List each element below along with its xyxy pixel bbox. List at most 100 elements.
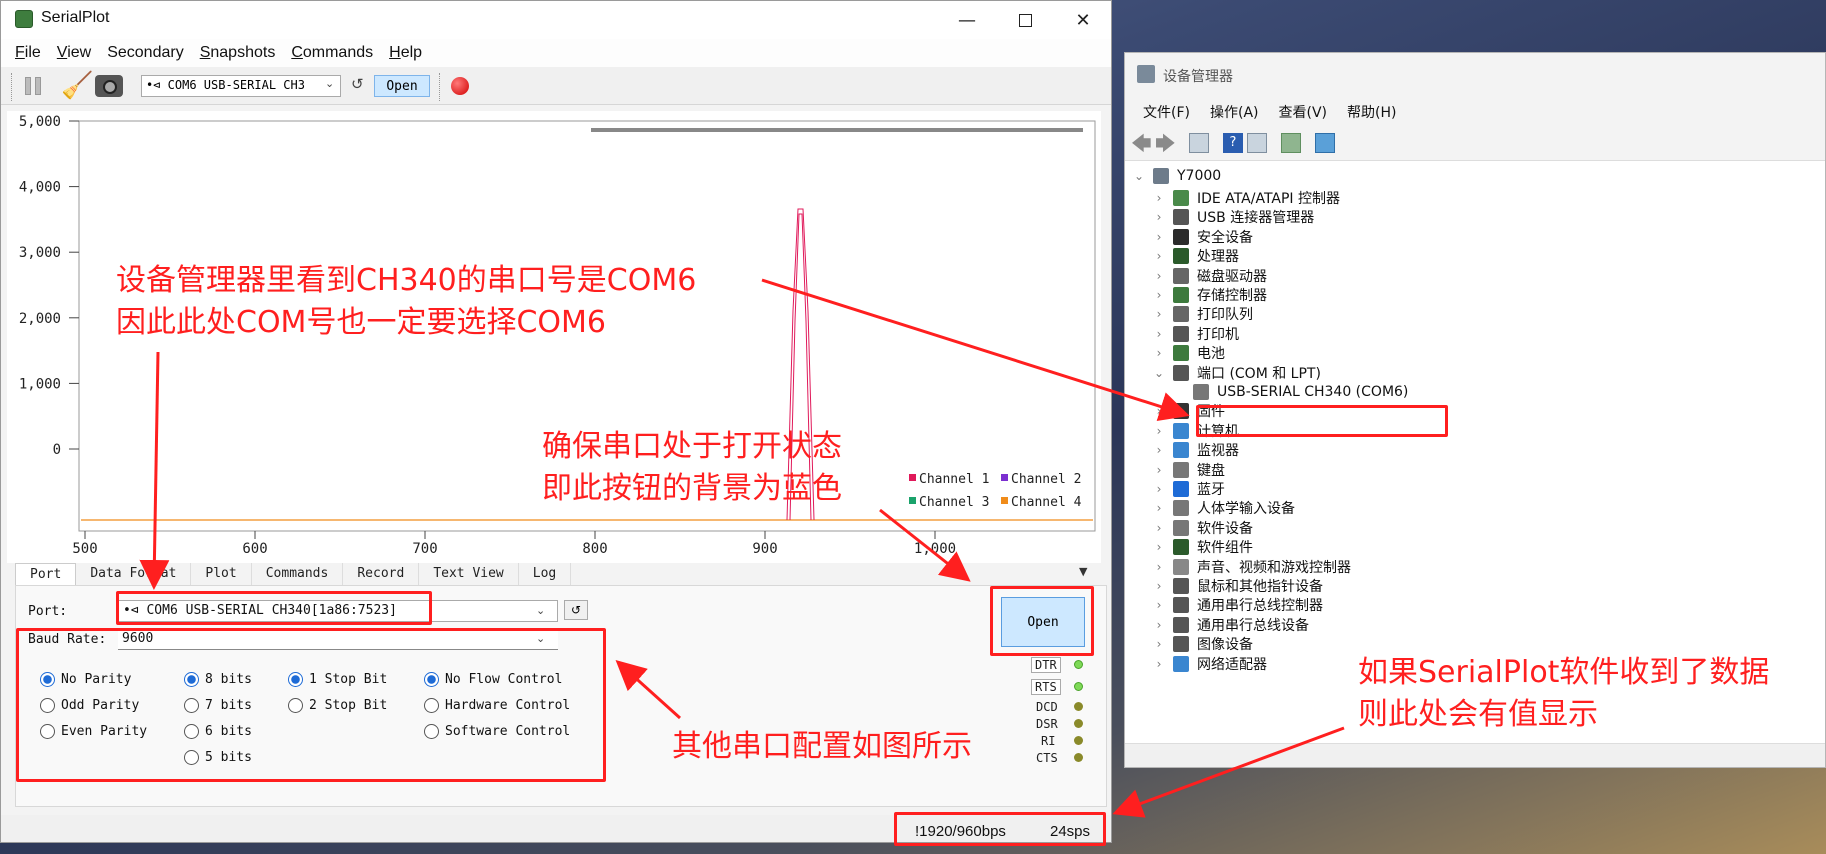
tab-commands[interactable]: Commands: [252, 563, 344, 585]
tab-plot[interactable]: Plot: [191, 563, 252, 585]
menu-secondary[interactable]: Secondary: [99, 39, 192, 67]
annotation-open-line1: 确保串口处于打开状态: [542, 429, 842, 464]
device-category-icon: [1173, 403, 1189, 420]
chevron-right-icon[interactable]: ›: [1151, 540, 1167, 554]
close-button[interactable]: ✕: [1055, 1, 1111, 39]
annotation-box-com6-device: [1196, 405, 1448, 437]
chevron-down-icon[interactable]: ⌄: [1151, 366, 1167, 380]
chevron-right-icon[interactable]: ›: [1151, 269, 1167, 283]
tab-text-view[interactable]: Text View: [419, 563, 519, 585]
chevron-down-icon: ⌄: [536, 604, 546, 617]
snapshot-camera-icon[interactable]: [95, 75, 123, 97]
chevron-right-icon[interactable]: ›: [1151, 618, 1167, 632]
chevron-right-icon[interactable]: ›: [1151, 307, 1167, 321]
tree-item-label: 打印队列: [1197, 307, 1253, 324]
chevron-right-icon[interactable]: ›: [1151, 230, 1167, 244]
dsr-led: [1074, 719, 1083, 728]
properties-panel-icon[interactable]: [1189, 133, 1209, 153]
clear-broom-icon[interactable]: 🧹: [61, 71, 93, 101]
chevron-right-icon[interactable]: ›: [1151, 327, 1167, 341]
chevron-right-icon[interactable]: ›: [1151, 346, 1167, 360]
menu-file[interactable]: File: [7, 39, 49, 67]
update-driver-icon[interactable]: [1281, 133, 1301, 153]
tab-port[interactable]: Port: [15, 563, 77, 585]
back-arrow-icon[interactable]: 🡄: [1131, 129, 1152, 155]
chevron-right-icon[interactable]: ›: [1151, 288, 1167, 302]
toolbar: 🧹 •⊲ COM6 USB-SERIAL CH3 ⌄ ↺ Open: [1, 67, 1111, 105]
view-panel-icon[interactable]: [1247, 133, 1267, 153]
device-category-icon: [1173, 442, 1189, 459]
device-category-icon: [1173, 519, 1189, 536]
menu-commands[interactable]: Commands: [283, 39, 381, 67]
chevron-right-icon[interactable]: ›: [1151, 560, 1167, 574]
device-manager-icon: [1137, 65, 1155, 83]
chevron-right-icon[interactable]: ›: [1151, 521, 1167, 535]
close-icon: ✕: [1075, 9, 1091, 31]
device-category-icon: [1173, 558, 1189, 575]
tab-record[interactable]: Record: [343, 563, 420, 585]
chevron-right-icon[interactable]: ›: [1151, 443, 1167, 457]
chevron-right-icon[interactable]: ›: [1151, 191, 1167, 205]
toolbar-port-select[interactable]: •⊲ COM6 USB-SERIAL CH3: [141, 75, 341, 97]
device-manager-titlebar[interactable]: 设备管理器: [1125, 53, 1825, 97]
port-refresh-button[interactable]: ↺: [564, 600, 588, 620]
device-category-icon: [1173, 325, 1189, 342]
minimize-button[interactable]: —: [939, 1, 995, 39]
help-icon[interactable]: ?: [1223, 133, 1243, 153]
horizontal-scrollbar[interactable]: [1125, 743, 1825, 767]
toolbar-open-button[interactable]: Open: [374, 75, 430, 97]
chevron-right-icon[interactable]: ›: [1151, 598, 1167, 612]
dm-menu-help[interactable]: 帮助(H): [1337, 97, 1406, 125]
device-category-icon: [1173, 500, 1189, 517]
chevron-right-icon[interactable]: ›: [1151, 424, 1167, 438]
chevron-right-icon[interactable]: ›: [1151, 249, 1167, 263]
maximize-button[interactable]: [997, 1, 1053, 39]
scan-hardware-monitor-icon[interactable]: [1315, 133, 1335, 153]
menu-view[interactable]: View: [49, 39, 99, 67]
tree-root[interactable]: ⌄ Y7000: [1131, 165, 1221, 187]
tree-item-network[interactable]: › 网络适配器: [1151, 653, 1267, 675]
chevron-right-icon[interactable]: ›: [1151, 501, 1167, 515]
tab-menu-arrow-icon[interactable]: ▼: [1079, 565, 1087, 578]
cts-led: [1074, 753, 1083, 762]
device-category-icon: [1173, 306, 1189, 323]
dtr-toggle[interactable]: DTR: [1031, 657, 1061, 673]
device-category-icon: [1173, 190, 1189, 206]
menu-help[interactable]: Help: [381, 39, 430, 67]
legend-label: Channel 1: [919, 472, 989, 487]
refresh-icon[interactable]: ↺: [351, 75, 364, 93]
device-category-icon: [1173, 539, 1189, 556]
menu-snapshots[interactable]: Snapshots: [192, 39, 284, 67]
tab-log[interactable]: Log: [519, 563, 572, 585]
record-icon[interactable]: [451, 77, 469, 95]
dm-menu-action[interactable]: 操作(A): [1200, 97, 1269, 125]
chevron-right-icon[interactable]: ›: [1151, 637, 1167, 651]
dm-menu-file[interactable]: 文件(F): [1133, 97, 1200, 125]
tree-item-label: 打印机: [1197, 326, 1239, 343]
chevron-right-icon[interactable]: ›: [1151, 463, 1167, 477]
annotation-com-line2: 因此此处COM号也一定要选择COM6: [116, 305, 606, 340]
chevron-right-icon[interactable]: ›: [1151, 579, 1167, 593]
plot-scroll-indicator[interactable]: [591, 128, 1083, 132]
forward-arrow-icon[interactable]: 🡆: [1155, 129, 1176, 155]
serialplot-app-icon: [15, 10, 33, 28]
annotation-box-port-config: [16, 628, 606, 782]
tree-item-label: 声音、视频和游戏控制器: [1197, 559, 1351, 576]
annotation-box-port-select: [116, 591, 432, 625]
chevron-right-icon[interactable]: ›: [1151, 482, 1167, 496]
dm-menu-view[interactable]: 查看(V): [1269, 97, 1338, 125]
tree-item-label: IDE ATA/ATAPI 控制器: [1197, 191, 1341, 207]
chevron-right-icon[interactable]: ›: [1151, 657, 1167, 671]
serialplot-titlebar[interactable]: SerialPlot — ✕: [1, 1, 1111, 39]
tree-item-label: 存储控制器: [1197, 288, 1267, 304]
chevron-right-icon[interactable]: ›: [1151, 404, 1167, 418]
tab-data-format[interactable]: Data Format: [76, 563, 192, 585]
refresh-icon: ↺: [570, 603, 582, 617]
tree-item-label: 鼠标和其他指针设备: [1197, 579, 1323, 595]
legend-swatch: [1001, 497, 1008, 504]
chevron-right-icon[interactable]: ›: [1151, 210, 1167, 224]
device-tree: ⌄ Y7000 › IDE ATA/ATAPI 控制器 › USB 连接器管理器 › 安全设…: [1131, 165, 1821, 725]
rts-toggle[interactable]: RTS: [1031, 679, 1061, 695]
x-tick-label: 700: [412, 541, 437, 557]
pause-icon[interactable]: [25, 77, 43, 95]
